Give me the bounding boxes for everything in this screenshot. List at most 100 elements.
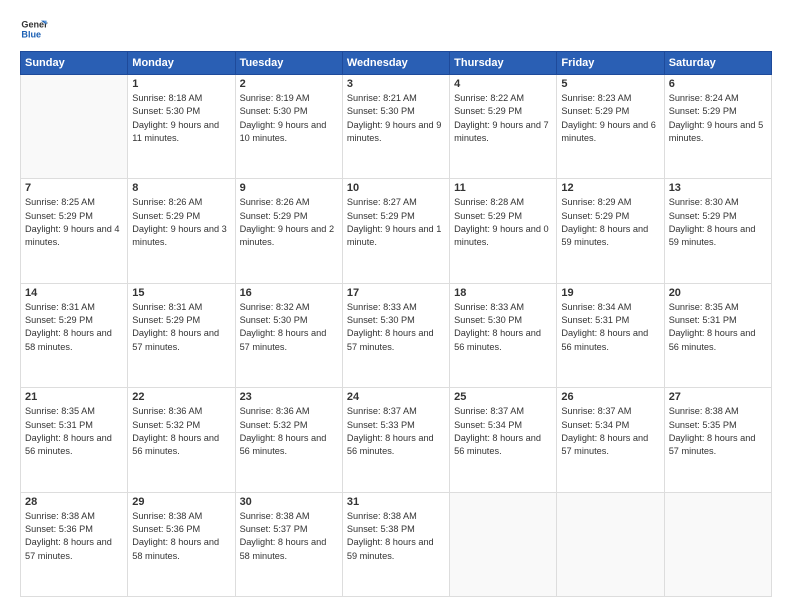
day-info: Sunrise: 8:31 AM Sunset: 5:29 PM Dayligh…: [132, 301, 230, 354]
calendar-cell: 4 Sunrise: 8:22 AM Sunset: 5:29 PM Dayli…: [450, 75, 557, 179]
day-info: Sunrise: 8:21 AM Sunset: 5:30 PM Dayligh…: [347, 92, 445, 145]
day-number: 22: [132, 391, 230, 403]
calendar-cell: 31 Sunrise: 8:38 AM Sunset: 5:38 PM Dayl…: [342, 492, 449, 596]
day-info: Sunrise: 8:34 AM Sunset: 5:31 PM Dayligh…: [561, 301, 659, 354]
weekday-header: Sunday: [21, 52, 128, 75]
calendar-cell: 12 Sunrise: 8:29 AM Sunset: 5:29 PM Dayl…: [557, 179, 664, 283]
calendar-cell: 30 Sunrise: 8:38 AM Sunset: 5:37 PM Dayl…: [235, 492, 342, 596]
day-info: Sunrise: 8:27 AM Sunset: 5:29 PM Dayligh…: [347, 196, 445, 249]
day-info: Sunrise: 8:37 AM Sunset: 5:34 PM Dayligh…: [561, 405, 659, 458]
calendar-cell: 27 Sunrise: 8:38 AM Sunset: 5:35 PM Dayl…: [664, 388, 771, 492]
calendar-cell: 21 Sunrise: 8:35 AM Sunset: 5:31 PM Dayl…: [21, 388, 128, 492]
calendar-cell: [450, 492, 557, 596]
calendar-cell: 22 Sunrise: 8:36 AM Sunset: 5:32 PM Dayl…: [128, 388, 235, 492]
day-number: 3: [347, 78, 445, 90]
calendar-cell: 15 Sunrise: 8:31 AM Sunset: 5:29 PM Dayl…: [128, 283, 235, 387]
day-number: 16: [240, 287, 338, 299]
logo: General Blue: [20, 15, 48, 43]
day-info: Sunrise: 8:38 AM Sunset: 5:35 PM Dayligh…: [669, 405, 767, 458]
calendar-cell: 18 Sunrise: 8:33 AM Sunset: 5:30 PM Dayl…: [450, 283, 557, 387]
calendar-cell: 3 Sunrise: 8:21 AM Sunset: 5:30 PM Dayli…: [342, 75, 449, 179]
day-info: Sunrise: 8:36 AM Sunset: 5:32 PM Dayligh…: [132, 405, 230, 458]
day-number: 17: [347, 287, 445, 299]
calendar-week-row: 7 Sunrise: 8:25 AM Sunset: 5:29 PM Dayli…: [21, 179, 772, 283]
calendar-cell: 29 Sunrise: 8:38 AM Sunset: 5:36 PM Dayl…: [128, 492, 235, 596]
day-info: Sunrise: 8:33 AM Sunset: 5:30 PM Dayligh…: [347, 301, 445, 354]
weekday-header: Monday: [128, 52, 235, 75]
day-number: 26: [561, 391, 659, 403]
day-info: Sunrise: 8:30 AM Sunset: 5:29 PM Dayligh…: [669, 196, 767, 249]
day-number: 27: [669, 391, 767, 403]
day-number: 4: [454, 78, 552, 90]
day-info: Sunrise: 8:35 AM Sunset: 5:31 PM Dayligh…: [669, 301, 767, 354]
day-number: 23: [240, 391, 338, 403]
calendar-cell: 10 Sunrise: 8:27 AM Sunset: 5:29 PM Dayl…: [342, 179, 449, 283]
day-number: 11: [454, 182, 552, 194]
day-number: 12: [561, 182, 659, 194]
svg-text:Blue: Blue: [21, 29, 41, 39]
day-number: 30: [240, 496, 338, 508]
day-info: Sunrise: 8:24 AM Sunset: 5:29 PM Dayligh…: [669, 92, 767, 145]
calendar-cell: 2 Sunrise: 8:19 AM Sunset: 5:30 PM Dayli…: [235, 75, 342, 179]
calendar-cell: 5 Sunrise: 8:23 AM Sunset: 5:29 PM Dayli…: [557, 75, 664, 179]
day-number: 19: [561, 287, 659, 299]
day-info: Sunrise: 8:35 AM Sunset: 5:31 PM Dayligh…: [25, 405, 123, 458]
day-number: 29: [132, 496, 230, 508]
calendar-cell: 7 Sunrise: 8:25 AM Sunset: 5:29 PM Dayli…: [21, 179, 128, 283]
calendar-cell: 1 Sunrise: 8:18 AM Sunset: 5:30 PM Dayli…: [128, 75, 235, 179]
day-info: Sunrise: 8:31 AM Sunset: 5:29 PM Dayligh…: [25, 301, 123, 354]
day-info: Sunrise: 8:38 AM Sunset: 5:36 PM Dayligh…: [132, 510, 230, 563]
calendar-cell: [664, 492, 771, 596]
weekday-header: Thursday: [450, 52, 557, 75]
header: General Blue: [20, 15, 772, 43]
day-number: 6: [669, 78, 767, 90]
day-number: 13: [669, 182, 767, 194]
day-info: Sunrise: 8:25 AM Sunset: 5:29 PM Dayligh…: [25, 196, 123, 249]
day-number: 5: [561, 78, 659, 90]
weekday-header: Wednesday: [342, 52, 449, 75]
weekday-header: Tuesday: [235, 52, 342, 75]
day-number: 20: [669, 287, 767, 299]
calendar-cell: 6 Sunrise: 8:24 AM Sunset: 5:29 PM Dayli…: [664, 75, 771, 179]
calendar-cell: 19 Sunrise: 8:34 AM Sunset: 5:31 PM Dayl…: [557, 283, 664, 387]
day-info: Sunrise: 8:18 AM Sunset: 5:30 PM Dayligh…: [132, 92, 230, 145]
weekday-header: Friday: [557, 52, 664, 75]
day-info: Sunrise: 8:29 AM Sunset: 5:29 PM Dayligh…: [561, 196, 659, 249]
day-info: Sunrise: 8:33 AM Sunset: 5:30 PM Dayligh…: [454, 301, 552, 354]
day-number: 18: [454, 287, 552, 299]
calendar-cell: 8 Sunrise: 8:26 AM Sunset: 5:29 PM Dayli…: [128, 179, 235, 283]
calendar-week-row: 28 Sunrise: 8:38 AM Sunset: 5:36 PM Dayl…: [21, 492, 772, 596]
day-number: 7: [25, 182, 123, 194]
day-info: Sunrise: 8:28 AM Sunset: 5:29 PM Dayligh…: [454, 196, 552, 249]
calendar-table: SundayMondayTuesdayWednesdayThursdayFrid…: [20, 51, 772, 597]
weekday-header: Saturday: [664, 52, 771, 75]
day-info: Sunrise: 8:26 AM Sunset: 5:29 PM Dayligh…: [132, 196, 230, 249]
day-number: 8: [132, 182, 230, 194]
day-info: Sunrise: 8:37 AM Sunset: 5:34 PM Dayligh…: [454, 405, 552, 458]
calendar-cell: 11 Sunrise: 8:28 AM Sunset: 5:29 PM Dayl…: [450, 179, 557, 283]
day-number: 31: [347, 496, 445, 508]
calendar-cell: 24 Sunrise: 8:37 AM Sunset: 5:33 PM Dayl…: [342, 388, 449, 492]
day-info: Sunrise: 8:22 AM Sunset: 5:29 PM Dayligh…: [454, 92, 552, 145]
logo-icon: General Blue: [20, 15, 48, 43]
calendar-cell: 17 Sunrise: 8:33 AM Sunset: 5:30 PM Dayl…: [342, 283, 449, 387]
day-number: 14: [25, 287, 123, 299]
day-number: 15: [132, 287, 230, 299]
day-number: 28: [25, 496, 123, 508]
day-number: 25: [454, 391, 552, 403]
day-info: Sunrise: 8:37 AM Sunset: 5:33 PM Dayligh…: [347, 405, 445, 458]
day-info: Sunrise: 8:32 AM Sunset: 5:30 PM Dayligh…: [240, 301, 338, 354]
calendar-cell: 16 Sunrise: 8:32 AM Sunset: 5:30 PM Dayl…: [235, 283, 342, 387]
day-info: Sunrise: 8:36 AM Sunset: 5:32 PM Dayligh…: [240, 405, 338, 458]
day-number: 1: [132, 78, 230, 90]
calendar-cell: 23 Sunrise: 8:36 AM Sunset: 5:32 PM Dayl…: [235, 388, 342, 492]
page: General Blue SundayMondayTuesdayWednesda…: [0, 0, 792, 612]
day-number: 10: [347, 182, 445, 194]
calendar-week-row: 21 Sunrise: 8:35 AM Sunset: 5:31 PM Dayl…: [21, 388, 772, 492]
day-number: 9: [240, 182, 338, 194]
day-info: Sunrise: 8:38 AM Sunset: 5:38 PM Dayligh…: [347, 510, 445, 563]
day-info: Sunrise: 8:23 AM Sunset: 5:29 PM Dayligh…: [561, 92, 659, 145]
day-number: 24: [347, 391, 445, 403]
weekday-header-row: SundayMondayTuesdayWednesdayThursdayFrid…: [21, 52, 772, 75]
day-info: Sunrise: 8:26 AM Sunset: 5:29 PM Dayligh…: [240, 196, 338, 249]
